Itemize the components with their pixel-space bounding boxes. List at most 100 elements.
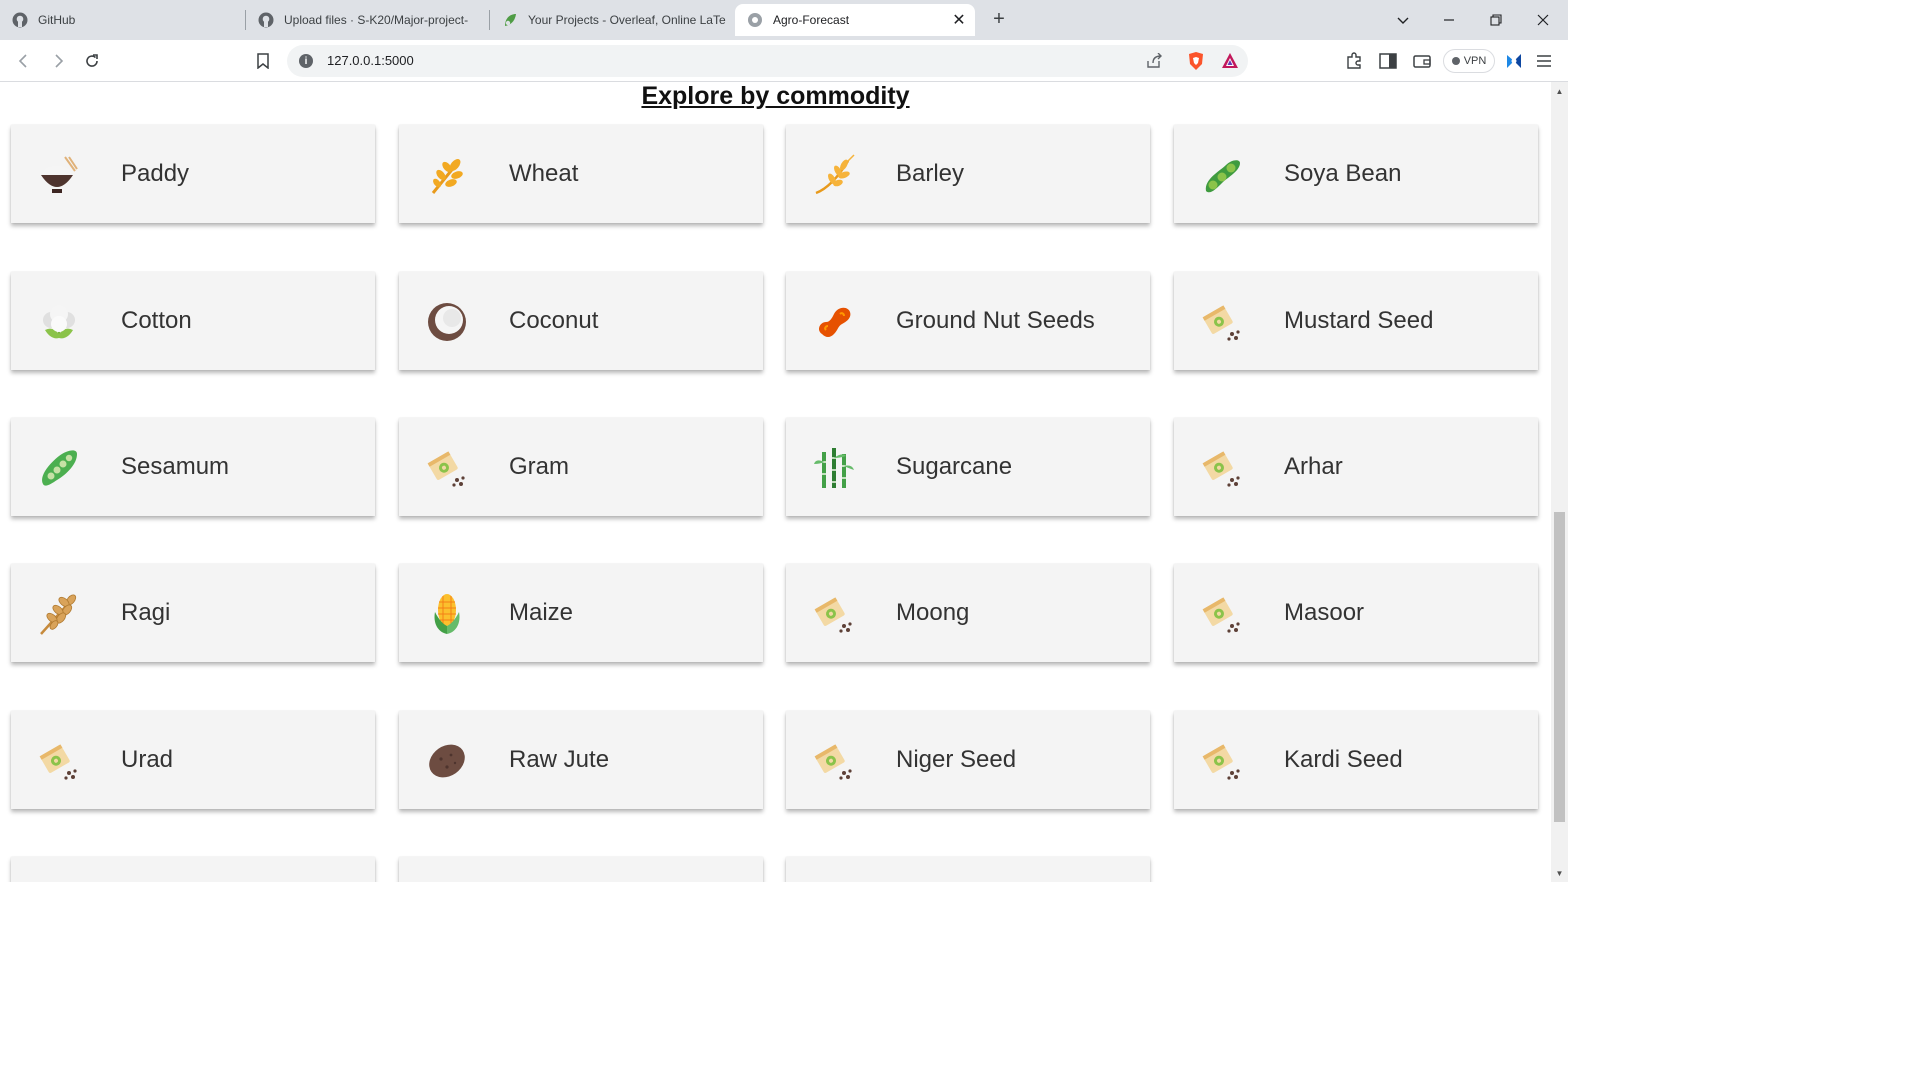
restore-window-icon[interactable]: [1483, 8, 1509, 32]
commodity-label: Ragi: [121, 599, 171, 626]
commodity-card-coconut[interactable]: Coconut: [399, 272, 763, 370]
seed-packet-icon: [37, 739, 81, 783]
seed-packet-icon: [812, 592, 856, 636]
brave-shields-icon[interactable]: [1187, 51, 1205, 76]
sugarcane-icon: [812, 446, 856, 490]
commodity-card-barley[interactable]: Barley: [786, 125, 1150, 223]
commodity-label: Mustard Seed: [1284, 307, 1434, 334]
commodity-card-wheat[interactable]: Wheat: [399, 125, 763, 223]
tab-title: Agro-Forecast: [773, 13, 850, 27]
vpn-button[interactable]: VPN: [1443, 49, 1495, 73]
seed-packet-icon: [1200, 300, 1244, 344]
extensions-icon[interactable]: [1342, 49, 1366, 73]
commodity-card-niger-seed[interactable]: Niger Seed: [786, 711, 1150, 809]
browser-toolbar: i 127.0.0.1:5000 VPN: [0, 40, 1568, 82]
tab-strip: GitHub Upload files · S-K20/Major-projec…: [0, 0, 1568, 40]
commodity-label: Urad: [121, 746, 174, 773]
seed-packet-icon: [1200, 739, 1244, 783]
overleaf-icon: [505, 14, 516, 26]
commodity-label: Coconut: [509, 307, 599, 334]
commodity-card-gram[interactable]: Gram: [399, 418, 763, 516]
seed-packet-icon: [1200, 446, 1244, 490]
github-icon: [12, 12, 28, 28]
share-icon[interactable]: [1145, 52, 1163, 74]
commodity-card-partial[interactable]: [786, 857, 1150, 882]
tab-title: GitHub: [38, 13, 76, 27]
commodity-card-raw-jute[interactable]: Raw Jute: [399, 711, 763, 809]
commodity-label: Arhar: [1284, 453, 1343, 480]
commodity-card-sesamum[interactable]: Sesamum: [11, 418, 375, 516]
page-heading: Explore by commodity: [641, 82, 910, 110]
scroll-up-icon[interactable]: ▲: [1551, 84, 1568, 98]
commodity-label: Soya Bean: [1284, 160, 1402, 187]
commodity-card-mustard-seed[interactable]: Mustard Seed: [1174, 272, 1538, 370]
minimize-window-icon[interactable]: [1436, 8, 1462, 32]
commodity-card-kardi-seed[interactable]: Kardi Seed: [1174, 711, 1538, 809]
address-bar[interactable]: i 127.0.0.1:5000: [287, 45, 1248, 77]
coconut-icon: [425, 300, 469, 344]
commodity-label: Paddy: [121, 160, 190, 187]
github-icon: [258, 12, 274, 28]
back-arrow-icon[interactable]: [12, 49, 36, 73]
tab-title: Your Projects - Overleaf, Online LaTe: [528, 13, 726, 27]
millet-icon: [37, 592, 81, 636]
commodity-card-arhar[interactable]: Arhar: [1174, 418, 1538, 516]
potato-icon: [425, 739, 469, 783]
new-tab-button[interactable]: +: [988, 8, 1010, 30]
forward-arrow-icon[interactable]: [46, 49, 70, 73]
vpn-status-icon: [1451, 57, 1460, 65]
menu-icon[interactable]: [1532, 49, 1556, 73]
tab-search-chevron-icon[interactable]: [1390, 8, 1416, 32]
commodity-card-sugarcane[interactable]: Sugarcane: [786, 418, 1150, 516]
commodity-label: Gram: [509, 453, 569, 480]
reload-icon[interactable]: [80, 49, 104, 73]
commodity-label: Sesamum: [121, 453, 230, 480]
bookmark-icon[interactable]: [251, 49, 275, 73]
wheat-icon: [425, 153, 469, 197]
scroll-thumb[interactable]: [1554, 512, 1565, 822]
commodity-label: Moong: [896, 599, 970, 626]
commodity-card-ground-nut-seeds[interactable]: Ground Nut Seeds: [786, 272, 1150, 370]
commodity-card-cotton[interactable]: Cotton: [11, 272, 375, 370]
address-url: 127.0.0.1:5000: [327, 53, 414, 68]
tab-overleaf[interactable]: Your Projects - Overleaf, Online LaTe: [490, 4, 730, 36]
close-tab-icon[interactable]: ✕: [951, 12, 967, 29]
wallet-icon[interactable]: [1410, 49, 1434, 73]
commodity-card-maize[interactable]: Maize: [399, 564, 763, 662]
pea-pod-icon: [37, 446, 81, 490]
seed-packet-icon: [812, 739, 856, 783]
page-scrollbar[interactable]: ▲ ▼: [1551, 82, 1568, 882]
globe-icon: [748, 13, 762, 27]
commodity-card-urad[interactable]: Urad: [11, 711, 375, 809]
commodity-label: Sugarcane: [896, 453, 1013, 480]
tab-agro-forecast[interactable]: Agro-Forecast ✕: [735, 4, 975, 36]
page-viewport: Explore by commodity Paddy Wheat Barley Soy…: [0, 82, 1551, 882]
commodity-label: Masoor: [1284, 599, 1365, 626]
close-window-icon[interactable]: [1530, 8, 1556, 32]
commodity-card-partial[interactable]: [399, 857, 763, 882]
soybean-icon: [1200, 153, 1244, 197]
commodity-label: Ground Nut Seeds: [896, 307, 1095, 334]
commodity-card-ragi[interactable]: Ragi: [11, 564, 375, 662]
tab-title: Upload files · S-K20/Major-project-: [284, 13, 469, 27]
commodity-label: Maize: [509, 599, 574, 626]
site-info-icon[interactable]: i: [299, 54, 313, 68]
tab-github[interactable]: GitHub: [0, 4, 240, 36]
commodity-card-soya-bean[interactable]: Soya Bean: [1174, 125, 1538, 223]
vpn-label: VPN: [1463, 55, 1487, 67]
tab-upload-files[interactable]: Upload files · S-K20/Major-project-: [246, 4, 484, 36]
brave-rewards-icon[interactable]: [1221, 52, 1239, 75]
corn-icon: [425, 592, 469, 636]
rice-bowl-icon: [37, 153, 81, 197]
sidebar-icon[interactable]: [1376, 49, 1400, 73]
commodity-card-masoor[interactable]: Masoor: [1174, 564, 1538, 662]
commodity-label: Cotton: [121, 307, 192, 334]
scroll-down-icon[interactable]: ▼: [1551, 866, 1568, 880]
cotton-icon: [37, 300, 81, 344]
profile-extension-icon[interactable]: [1502, 49, 1526, 73]
commodity-card-paddy[interactable]: Paddy: [11, 125, 375, 223]
barley-icon: [812, 153, 856, 197]
commodity-card-partial[interactable]: [11, 857, 375, 882]
commodity-card-moong[interactable]: Moong: [786, 564, 1150, 662]
commodity-label: Barley: [896, 160, 965, 187]
